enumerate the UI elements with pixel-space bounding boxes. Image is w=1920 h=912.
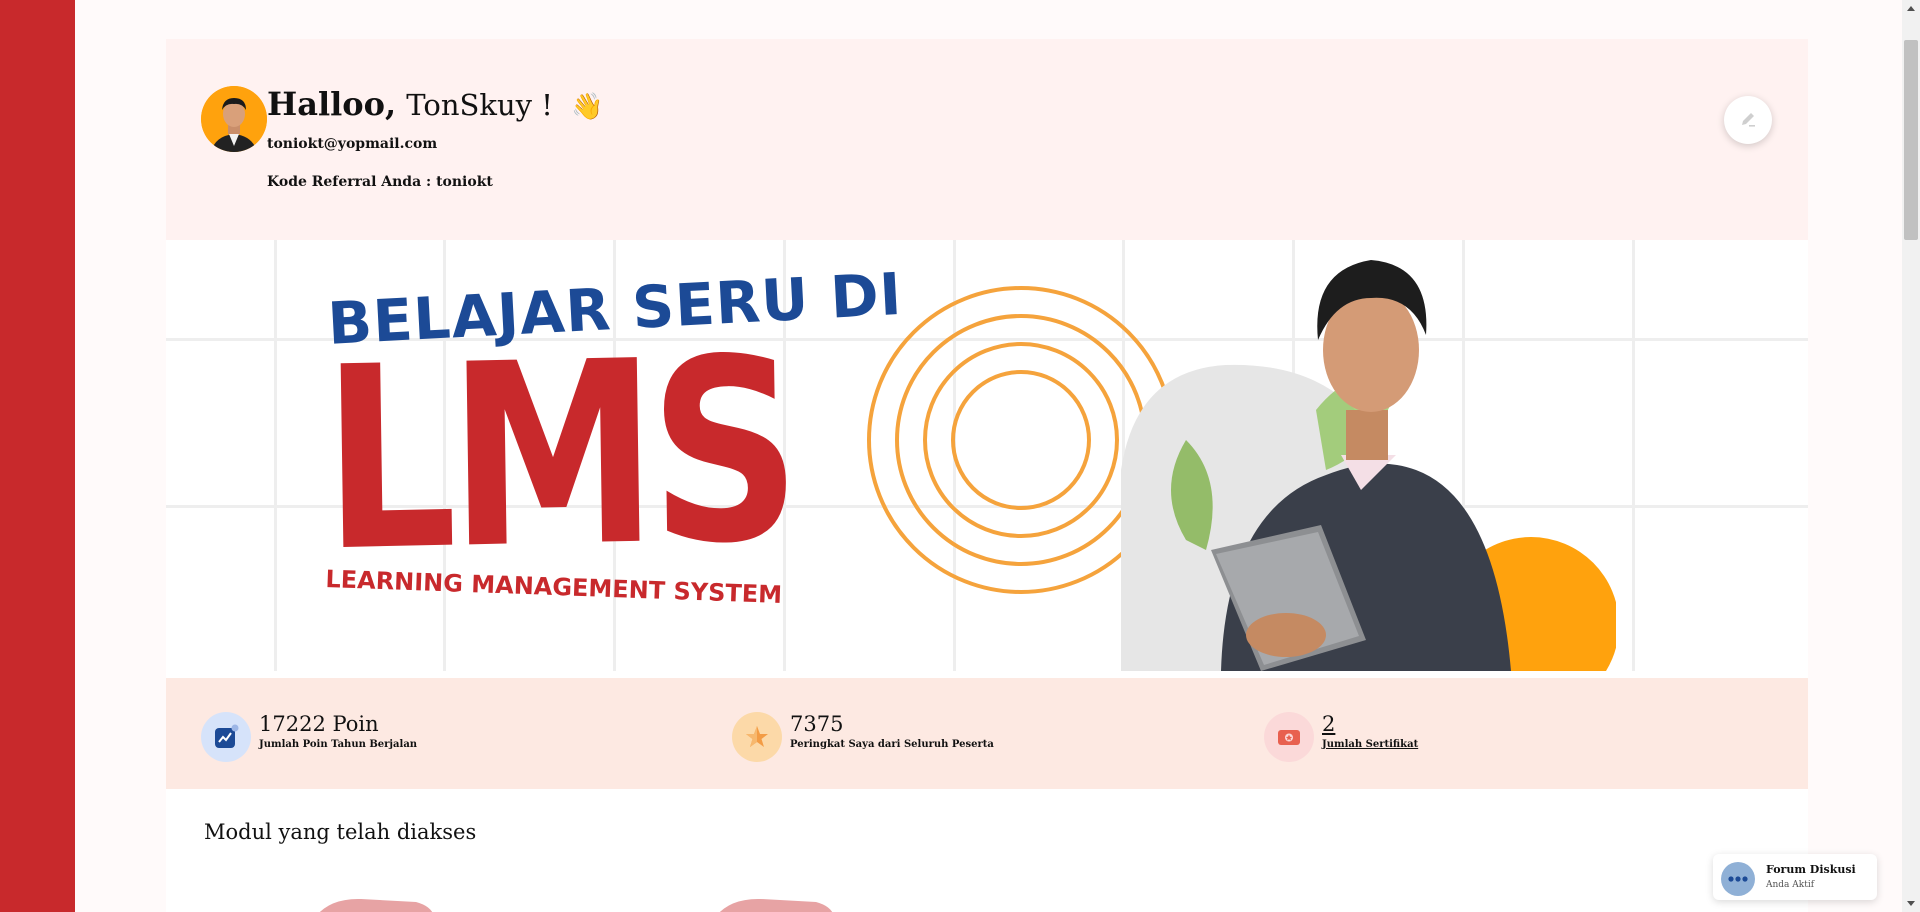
- chart-icon: [201, 712, 251, 762]
- certificate-icon: [1264, 712, 1314, 762]
- scrollbar-thumb[interactable]: [1904, 40, 1918, 240]
- avatar: [201, 86, 267, 152]
- greeting-hello: Halloo,: [267, 85, 397, 123]
- forum-title: Forum Diskusi: [1766, 863, 1856, 876]
- module-card-peek[interactable]: [716, 896, 836, 912]
- main-content: Halloo, TonSkuy ! 👋 toniokt@yopmail.com …: [166, 39, 1808, 912]
- stat-certificates-value[interactable]: 2: [1322, 712, 1335, 736]
- scroll-down-icon[interactable]: [1907, 901, 1915, 906]
- stats-bar: 17222 Poin Jumlah Poin Tahun Berjalan 73…: [166, 678, 1808, 789]
- sidebar-strip: [0, 0, 75, 912]
- module-card-peek[interactable]: [316, 896, 436, 912]
- greeting: Halloo, TonSkuy ! 👋: [267, 85, 603, 123]
- chat-icon: [1721, 862, 1755, 896]
- stat-rank-label: Peringkat Saya dari Seluruh Peserta: [790, 739, 994, 750]
- grid-line: [274, 240, 277, 671]
- user-email: toniokt@yopmail.com: [267, 136, 438, 152]
- forum-status: Anda Aktif: [1766, 880, 1815, 890]
- banner-title-main: LMS: [320, 303, 795, 608]
- wave-icon: 👋: [571, 92, 604, 122]
- stat-rank-value: 7375: [790, 712, 844, 736]
- scroll-up-icon[interactable]: [1907, 6, 1915, 11]
- edit-profile-button[interactable]: [1724, 96, 1772, 144]
- modules-section-title: Modul yang telah diakses: [204, 820, 477, 844]
- profile-header: Halloo, TonSkuy ! 👋 toniokt@yopmail.com …: [166, 39, 1808, 240]
- forum-discussion-widget[interactable]: Forum Diskusi Anda Aktif: [1713, 854, 1877, 900]
- grid-line: [1632, 240, 1635, 671]
- referral-code: Kode Referral Anda : toniokt: [267, 174, 493, 190]
- star-icon: [732, 712, 782, 762]
- stat-points-value: 17222 Poin: [259, 712, 379, 736]
- stat-points-label: Jumlah Poin Tahun Berjalan: [259, 739, 418, 750]
- greeting-name: TonSkuy !: [406, 88, 553, 122]
- pencil-icon: [1742, 113, 1755, 127]
- vertical-scrollbar[interactable]: [1902, 0, 1920, 912]
- banner-illustration: [867, 260, 1616, 671]
- stat-certificates-label[interactable]: Jumlah Sertifikat: [1322, 739, 1418, 750]
- hero-banner: BELAJAR SERU DI LMS LEARNING MANAGEMENT …: [166, 240, 1808, 671]
